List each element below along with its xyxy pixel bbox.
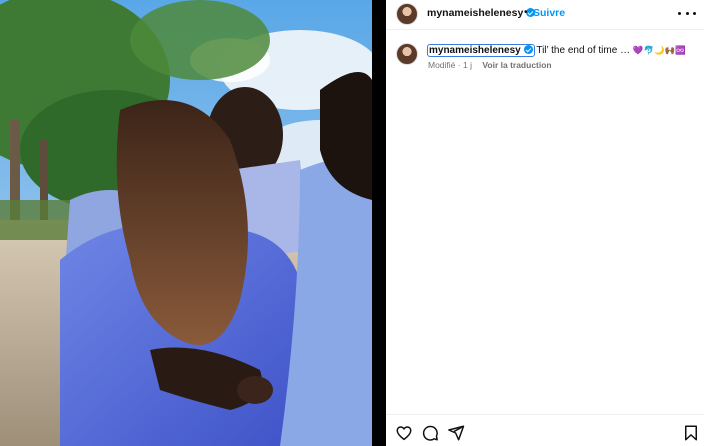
author-username-text[interactable]: mynameishelenesy — [427, 7, 523, 19]
caption-text: Til’ the end of time … — [536, 45, 631, 56]
caption-emojis: 💜🐬🌙🙌🏾♾️ — [632, 45, 686, 55]
caption: mynameishelenesy Til’ the end of time … … — [427, 44, 698, 57]
caption-verified-badge-icon — [523, 45, 533, 54]
bookmark-icon[interactable] — [682, 424, 700, 442]
more-horizontal-icon[interactable] — [678, 5, 696, 21]
media-letterbox — [372, 0, 386, 446]
header-separator: • — [524, 7, 528, 18]
see-translation-link[interactable]: Voir la traduction — [482, 60, 551, 70]
caption-author-avatar[interactable] — [396, 43, 418, 65]
post-header: mynameishelenesy • Suivre — [386, 0, 704, 30]
follow-button[interactable]: Suivre — [533, 7, 565, 19]
edited-label: Modifié — [428, 60, 456, 70]
author-username[interactable]: mynameishelenesy — [427, 7, 536, 19]
caption-username-text[interactable]: mynameishelenesy — [429, 45, 521, 56]
post-side-panel: mynameishelenesy • Suivre mynameishelene… — [386, 0, 704, 446]
comment-icon[interactable] — [421, 424, 439, 442]
heart-icon[interactable] — [395, 424, 413, 442]
video-frame-image — [0, 0, 372, 446]
author-avatar[interactable] — [396, 3, 418, 25]
post-time[interactable]: 1 j — [463, 60, 472, 70]
post-media[interactable] — [0, 0, 386, 446]
caption-username[interactable]: mynameishelenesy — [427, 44, 535, 57]
time-separator: · — [457, 60, 461, 70]
send-icon[interactable] — [447, 424, 465, 442]
action-bar — [386, 414, 704, 446]
caption-meta: Modifié · 1 j Voir la traduction — [428, 60, 552, 70]
